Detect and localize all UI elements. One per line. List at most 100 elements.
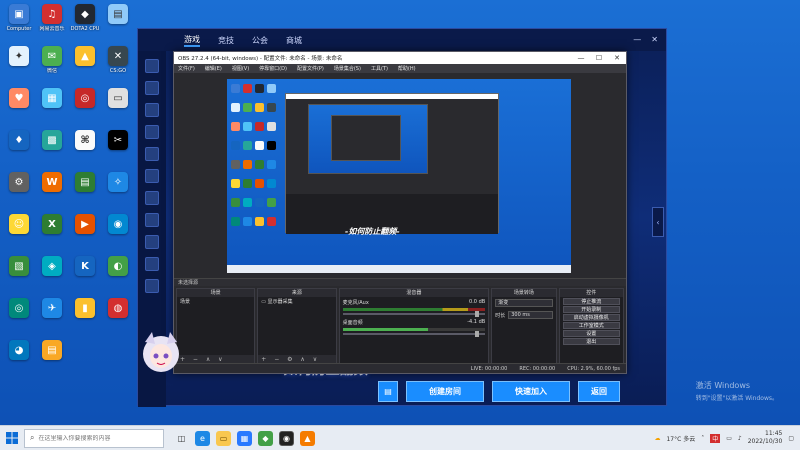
app-icon[interactable]: ◆ bbox=[258, 430, 273, 446]
channel-db: -4.1 dB bbox=[467, 319, 486, 325]
desktop-icon[interactable]: ◍ bbox=[101, 298, 135, 320]
desktop-icon[interactable]: ▮ bbox=[68, 298, 102, 320]
chevron-up-icon[interactable]: ˄ bbox=[701, 435, 704, 442]
create-room-button[interactable]: 创建房间 bbox=[406, 381, 484, 402]
sidebar-game-icon[interactable] bbox=[145, 169, 159, 183]
desktop-icon[interactable]: ◈ bbox=[35, 256, 69, 278]
desktop-icon[interactable]: W bbox=[35, 172, 69, 194]
room-icon[interactable]: ▤ bbox=[378, 381, 398, 402]
desktop-icon[interactable]: ◕ bbox=[2, 340, 36, 362]
back-button[interactable]: 返回 bbox=[578, 381, 620, 402]
weather-icon[interactable]: ☁ bbox=[654, 435, 660, 442]
sidebar-game-icon[interactable] bbox=[145, 235, 159, 249]
transition-select[interactable]: 渐变 bbox=[495, 299, 553, 307]
menu-view[interactable]: 视图(V) bbox=[232, 65, 249, 72]
sidebar-game-icon[interactable] bbox=[145, 279, 159, 293]
desktop-icon[interactable]: ◐ bbox=[101, 256, 135, 278]
transitions-dock: 场景转场 渐变 时长 300 ms bbox=[491, 288, 557, 365]
volume-icon[interactable]: ♪ bbox=[738, 435, 742, 442]
obs-icon[interactable]: ◉ bbox=[279, 430, 294, 446]
sidebar-game-icon[interactable] bbox=[145, 257, 159, 271]
file-explorer-icon[interactable]: ▭ bbox=[216, 430, 231, 446]
menu-file[interactable]: 文件(F) bbox=[178, 65, 195, 72]
desktop-icon[interactable]: ✂ bbox=[101, 130, 135, 152]
desktop-icon[interactable]: ◉ bbox=[101, 214, 135, 236]
sidebar-game-icon[interactable] bbox=[145, 213, 159, 227]
sidebar-game-icon[interactable] bbox=[145, 147, 159, 161]
sidebar-game-icon[interactable] bbox=[145, 81, 159, 95]
desktop-icon[interactable]: ♫ 网易云音乐 bbox=[35, 4, 69, 32]
edge-icon[interactable]: e bbox=[195, 430, 210, 446]
launcher-tab-compete[interactable]: 竞技 bbox=[218, 35, 234, 46]
stop-streaming-button[interactable]: 停止推流 bbox=[562, 298, 620, 305]
menu-docks[interactable]: 停靠窗口(D) bbox=[259, 65, 287, 72]
desktop-icon[interactable]: ▧ bbox=[2, 256, 36, 278]
scene-item[interactable]: 场景 bbox=[177, 297, 254, 306]
collapse-panel-button[interactable]: ‹ bbox=[652, 207, 664, 237]
launcher-tab-guild[interactable]: 公会 bbox=[252, 35, 268, 46]
start-virtual-camera-button[interactable]: 启动虚拟摄像机 bbox=[562, 314, 620, 321]
menu-tools[interactable]: 工具(T) bbox=[371, 65, 388, 72]
desktop-icon[interactable]: ▣ Computer bbox=[2, 4, 36, 32]
menu-edit[interactable]: 编辑(E) bbox=[205, 65, 222, 72]
quick-join-button[interactable]: 快速加入 bbox=[492, 381, 570, 402]
menu-scene-collection[interactable]: 场景集合(S) bbox=[334, 65, 361, 72]
store-icon[interactable]: ▦ bbox=[237, 430, 252, 446]
menu-help[interactable]: 帮助(H) bbox=[398, 65, 416, 72]
desktop-icon[interactable]: ✉ 微信 bbox=[35, 46, 69, 74]
source-item[interactable]: ▭ 显示器采集 bbox=[258, 297, 335, 306]
sidebar-game-icon[interactable] bbox=[145, 125, 159, 139]
desktop-icon[interactable]: ⌘ bbox=[68, 130, 102, 152]
close-icon[interactable]: ✕ bbox=[608, 54, 626, 62]
desktop-icon[interactable]: ▭ bbox=[101, 88, 135, 110]
desktop-icon[interactable]: ◎ bbox=[2, 298, 36, 320]
notification-icon[interactable]: ▢ bbox=[788, 435, 794, 442]
network-icon[interactable]: ▭ bbox=[726, 435, 732, 442]
desktop-icon[interactable]: ✧ bbox=[101, 172, 135, 194]
close-icon[interactable]: ✕ bbox=[651, 35, 658, 44]
desktop-icon[interactable]: ♥ bbox=[2, 88, 36, 110]
sidebar-game-icon[interactable] bbox=[145, 103, 159, 117]
desktop-icon[interactable]: ✕ CS:GO bbox=[101, 46, 135, 74]
task-view-icon[interactable]: ◫ bbox=[174, 431, 189, 446]
desktop-icon[interactable]: ▶ bbox=[68, 214, 102, 236]
duration-input[interactable]: 300 ms bbox=[508, 311, 553, 319]
minimize-icon[interactable]: — bbox=[572, 54, 590, 62]
desktop-icon[interactable]: ▩ bbox=[35, 130, 69, 152]
search-input[interactable] bbox=[38, 434, 149, 442]
maximize-icon[interactable]: ☐ bbox=[590, 54, 608, 62]
volume-slider[interactable] bbox=[342, 331, 486, 337]
desktop-icon[interactable]: ▤ bbox=[101, 4, 135, 26]
minimize-icon[interactable]: — bbox=[633, 35, 641, 44]
desktop-icon[interactable]: ◎ bbox=[68, 88, 102, 110]
studio-mode-button[interactable]: 工作室模式 bbox=[562, 322, 620, 329]
desktop-icon[interactable]: K bbox=[68, 256, 102, 278]
launcher-tab-store[interactable]: 商城 bbox=[286, 35, 302, 46]
desktop-icon[interactable]: ▦ bbox=[35, 88, 69, 110]
volume-slider[interactable] bbox=[342, 311, 486, 317]
sidebar-game-icon[interactable] bbox=[145, 59, 159, 73]
settings-button[interactable]: 设置 bbox=[562, 330, 620, 337]
desktop-icon[interactable]: ✈ bbox=[35, 298, 69, 320]
start-recording-button[interactable]: 开始录制 bbox=[562, 306, 620, 313]
desktop-icon[interactable]: ▤ bbox=[68, 172, 102, 194]
desktop-icon[interactable]: ⚙ bbox=[2, 172, 36, 194]
clock[interactable]: 11:45 2022/10/30 bbox=[748, 430, 783, 446]
desktop-icon[interactable]: ♦ bbox=[2, 130, 36, 152]
desktop-icon[interactable]: ☺ bbox=[2, 214, 36, 236]
start-button[interactable] bbox=[0, 426, 24, 450]
ime-indicator[interactable]: 中 bbox=[710, 433, 721, 443]
desktop-icon[interactable]: X bbox=[35, 214, 69, 236]
menu-profile[interactable]: 配置文件(P) bbox=[297, 65, 324, 72]
desktop-icon[interactable]: ▤ bbox=[35, 340, 69, 362]
sidebar-game-icon[interactable] bbox=[145, 191, 159, 205]
desktop-icon[interactable]: ▲ bbox=[68, 46, 102, 68]
exit-button[interactable]: 退出 bbox=[562, 338, 620, 345]
weather-text[interactable]: 17°C 多云 bbox=[666, 434, 695, 443]
desktop-icon[interactable]: ✦ bbox=[2, 46, 36, 68]
taskbar-search[interactable]: ⌕ bbox=[24, 428, 164, 448]
game-launcher-icon[interactable]: ▲ bbox=[300, 430, 315, 446]
obs-preview[interactable]: -如何防止翻频- bbox=[227, 79, 571, 273]
launcher-tab-games[interactable]: 游戏 bbox=[184, 34, 200, 47]
desktop-icon[interactable]: ◆ DOTA2 CPU bbox=[68, 4, 102, 32]
